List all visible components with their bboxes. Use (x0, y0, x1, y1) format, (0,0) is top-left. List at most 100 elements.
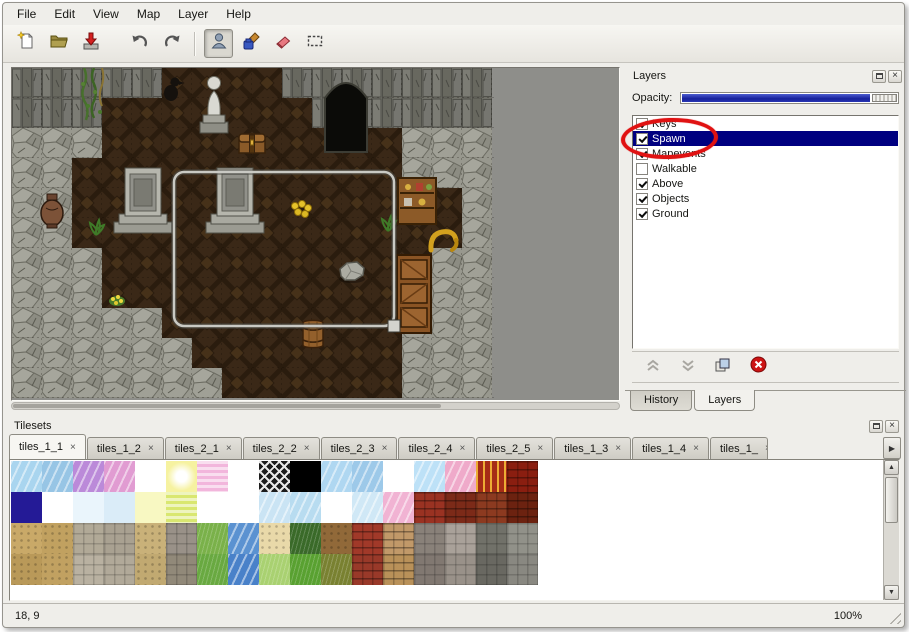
tile[interactable] (135, 461, 166, 492)
scrollbar-thumb[interactable] (885, 477, 898, 523)
layers-close-button[interactable]: × (888, 70, 902, 83)
tile[interactable] (445, 461, 476, 492)
tile[interactable] (414, 554, 445, 585)
duplicate-layer-button[interactable] (712, 357, 734, 377)
tile[interactable] (383, 554, 414, 585)
layer-visibility-checkbox[interactable] (636, 178, 648, 190)
tile[interactable] (228, 492, 259, 523)
raise-layer-button[interactable] (642, 357, 664, 377)
tab-history[interactable]: History (630, 391, 692, 411)
tile[interactable] (507, 492, 538, 523)
tile[interactable] (383, 461, 414, 492)
tile[interactable] (73, 492, 104, 523)
map-canvas[interactable] (12, 68, 494, 398)
layers-float-button[interactable] (872, 70, 886, 83)
tile[interactable] (104, 492, 135, 523)
redo-button[interactable] (157, 29, 186, 58)
tile[interactable] (166, 554, 197, 585)
tile[interactable] (259, 554, 290, 585)
tab-close-icon[interactable]: × (765, 443, 768, 454)
tab-close-icon[interactable]: × (460, 443, 466, 454)
tileset-tab-tiles_2_2[interactable]: tiles_2_2× (243, 437, 320, 459)
layer-visibility-checkbox[interactable] (636, 118, 648, 130)
layer-row-ground[interactable]: Ground (633, 206, 898, 221)
opacity-slider-handle[interactable] (872, 94, 897, 102)
tile[interactable] (352, 461, 383, 492)
tile[interactable] (73, 523, 104, 554)
tile[interactable] (135, 554, 166, 585)
tile[interactable] (507, 554, 538, 585)
tile[interactable] (166, 461, 197, 492)
layer-row-mapevents[interactable]: Mapevents (633, 146, 898, 161)
tile[interactable] (476, 492, 507, 523)
tile[interactable] (11, 554, 42, 585)
new-file-button[interactable] (12, 29, 41, 58)
save-button[interactable] (76, 29, 105, 58)
tile[interactable] (11, 492, 42, 523)
tilesets-close-button[interactable]: × (885, 420, 899, 433)
tab-close-icon[interactable]: × (382, 443, 388, 454)
layer-visibility-checkbox[interactable] (636, 148, 648, 160)
tile[interactable] (228, 554, 259, 585)
tile[interactable] (445, 523, 476, 554)
tile[interactable] (414, 492, 445, 523)
tile[interactable] (290, 523, 321, 554)
tile[interactable] (507, 461, 538, 492)
tab-close-icon[interactable]: × (148, 443, 154, 454)
selection-resize-handle[interactable] (388, 320, 400, 332)
menu-view[interactable]: View (85, 5, 127, 23)
lower-layer-button[interactable] (677, 357, 699, 377)
tile[interactable] (42, 523, 73, 554)
tile[interactable] (476, 461, 507, 492)
tile[interactable] (11, 523, 42, 554)
tile[interactable] (290, 492, 321, 523)
tile[interactable] (197, 492, 228, 523)
tileset-tab-tiles_2_3[interactable]: tiles_2_3× (321, 437, 398, 459)
menu-map[interactable]: Map (129, 5, 168, 23)
layer-visibility-checkbox[interactable] (636, 163, 648, 175)
tile[interactable] (135, 523, 166, 554)
tile[interactable] (321, 523, 352, 554)
opacity-slider[interactable] (680, 92, 899, 104)
tile[interactable] (476, 554, 507, 585)
tileset-tab-tiles_2_1[interactable]: tiles_2_1× (165, 437, 242, 459)
tab-close-icon[interactable]: × (693, 443, 699, 454)
tab-close-icon[interactable]: × (226, 443, 232, 454)
tab-close-icon[interactable]: × (304, 443, 310, 454)
tile[interactable] (104, 554, 135, 585)
tile[interactable] (197, 461, 228, 492)
scroll-up-button[interactable]: ▲ (884, 460, 899, 475)
tile[interactable] (352, 554, 383, 585)
tile[interactable] (259, 523, 290, 554)
map-view[interactable] (11, 67, 620, 401)
tile[interactable] (73, 554, 104, 585)
tile[interactable] (290, 461, 321, 492)
layer-row-above[interactable]: Above (633, 176, 898, 191)
layer-row-spawn[interactable]: Spawn (633, 131, 898, 146)
tab-close-icon[interactable]: × (615, 443, 621, 454)
tileset-tab-tiles_1_4[interactable]: tiles_1_4× (632, 437, 709, 459)
tileset-tab-tiles_1_1[interactable]: tiles_1_1× (9, 434, 86, 459)
tile[interactable] (166, 523, 197, 554)
tile[interactable] (352, 492, 383, 523)
tile[interactable] (197, 523, 228, 554)
tile[interactable] (104, 523, 135, 554)
tile[interactable] (104, 461, 135, 492)
tile[interactable] (414, 523, 445, 554)
tile[interactable] (352, 523, 383, 554)
tile[interactable] (166, 492, 197, 523)
layer-row-objects[interactable]: Objects (633, 191, 898, 206)
tile[interactable] (321, 492, 352, 523)
layer-visibility-checkbox[interactable] (636, 193, 648, 205)
eraser-tool-button[interactable] (268, 29, 297, 58)
tile[interactable] (321, 554, 352, 585)
tileset-vertical-scrollbar[interactable]: ▲ ▼ (883, 460, 899, 600)
map-horizontal-scrollbar[interactable] (11, 402, 620, 410)
stamp-tool-button[interactable] (204, 29, 233, 58)
tile[interactable] (42, 554, 73, 585)
menu-layer[interactable]: Layer (170, 5, 216, 23)
tileset-tab-tiles_1_[interactable]: tiles_1_× (710, 437, 768, 459)
tile[interactable] (135, 492, 166, 523)
tileset-tab-tiles_2_4[interactable]: tiles_2_4× (398, 437, 475, 459)
layer-visibility-checkbox[interactable] (636, 133, 648, 145)
